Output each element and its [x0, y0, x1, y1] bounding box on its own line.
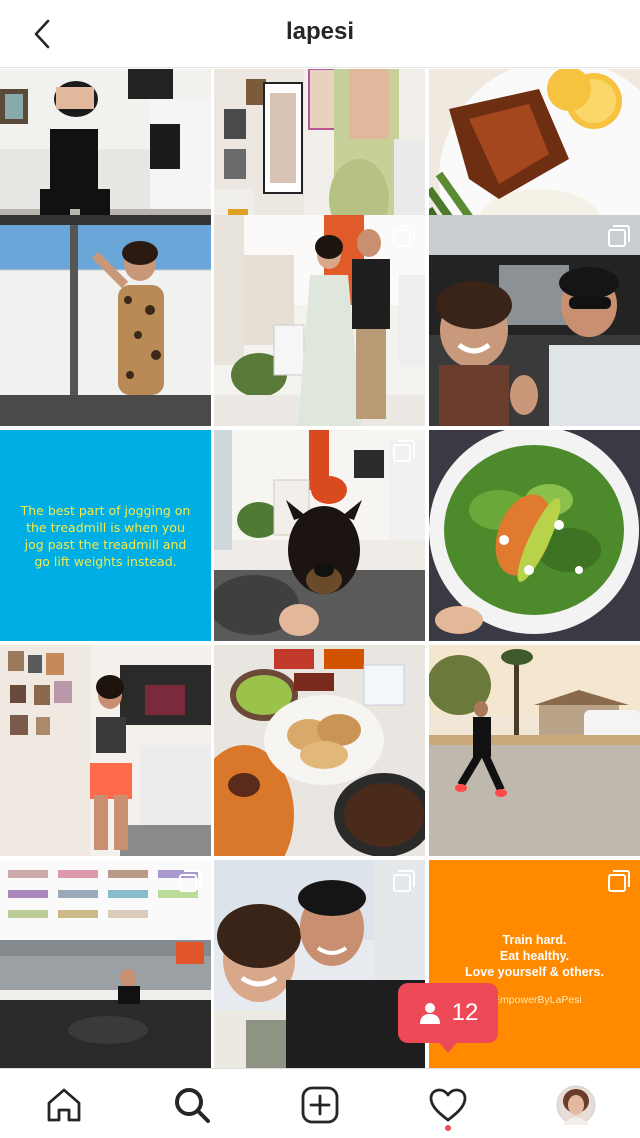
grid-post-couple[interactable] [214, 215, 425, 426]
multiple-posts-icon [608, 870, 630, 892]
grid-post-bodysuit[interactable] [0, 215, 211, 426]
tab-activity[interactable] [426, 1083, 470, 1127]
bottom-tab-bar [0, 1068, 640, 1138]
add-icon [301, 1086, 339, 1124]
notification-count: 12 [451, 999, 479, 1026]
tab-new-post[interactable] [298, 1083, 342, 1127]
top-bar: lapesi [0, 0, 640, 68]
multiple-posts-icon [393, 225, 415, 247]
heart-icon [429, 1088, 467, 1122]
grid-post-salad[interactable] [429, 430, 640, 641]
grid-post-quote[interactable]: The best part of jogging on the treadmil… [0, 430, 211, 641]
motto-line-2: Eat healthy. [499, 949, 570, 963]
multiple-posts-icon [608, 225, 630, 247]
home-icon [47, 1088, 81, 1122]
grid-post-dog[interactable] [214, 430, 425, 641]
multiple-posts-icon [179, 870, 201, 892]
follower-notification-bubble[interactable]: 12 [398, 983, 498, 1043]
grid-post-living-room[interactable] [0, 860, 211, 1071]
motto-text: Train hard. Eat healthy. Love yourself &… [447, 932, 622, 980]
person-icon [419, 1003, 440, 1024]
page-title: lapesi [285, 18, 355, 45]
grid-post-tacos[interactable] [214, 645, 425, 856]
multiple-posts-icon [393, 870, 415, 892]
grid-post-car-selfie[interactable] [429, 215, 640, 426]
grid-post-street-workout[interactable] [429, 645, 640, 856]
grid-post-mirror-selfie[interactable] [0, 645, 211, 856]
activity-indicator-dot [445, 1125, 451, 1131]
tab-profile[interactable] [554, 1083, 598, 1127]
tab-search[interactable] [170, 1083, 214, 1127]
motto-line-3: Love yourself & others. [465, 965, 604, 979]
tab-home[interactable] [42, 1083, 86, 1127]
grid-post-couple-selfie[interactable] [214, 860, 425, 1071]
multiple-posts-icon [393, 440, 415, 462]
motto-line-1: Train hard. [502, 933, 567, 947]
notification-pointer [438, 1041, 458, 1053]
search-icon [175, 1088, 210, 1123]
quote-text: The best part of jogging on the treadmil… [20, 503, 191, 569]
profile-avatar [556, 1085, 596, 1125]
